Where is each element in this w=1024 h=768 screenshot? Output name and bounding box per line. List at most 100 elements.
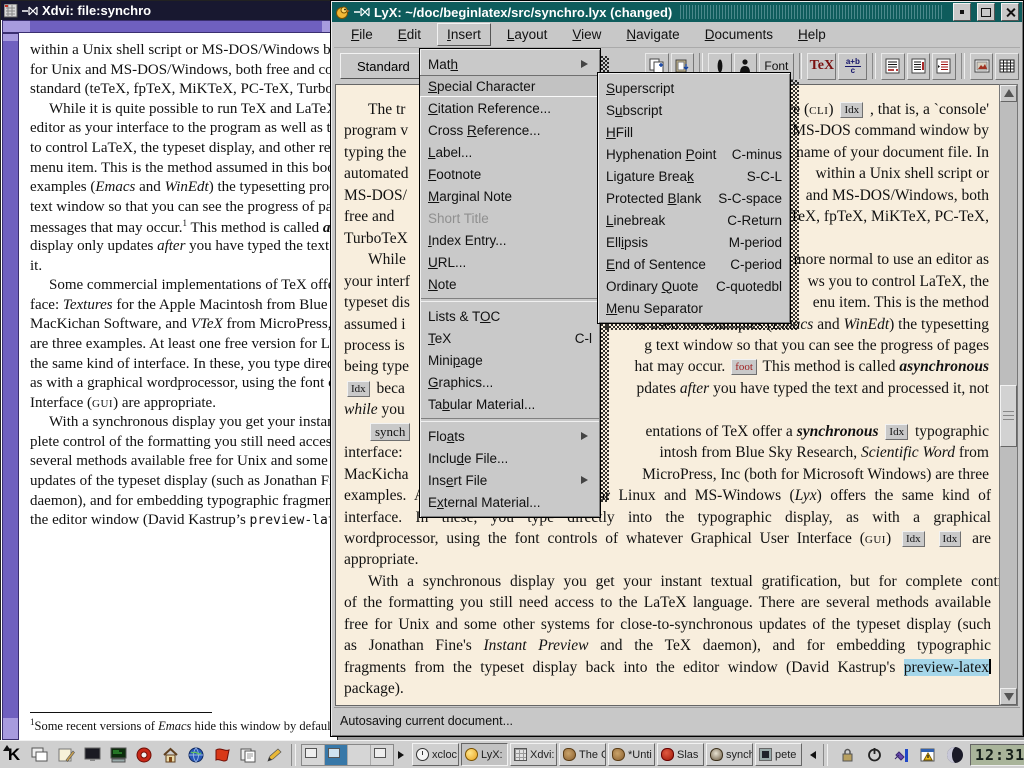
idx-inset-button[interactable]: Idx xyxy=(902,531,925,547)
submenu-item-superscript[interactable]: Superscript xyxy=(598,77,790,99)
k-menu-button[interactable]: K xyxy=(2,743,26,767)
insert-menu-item-minipage[interactable]: Minipage xyxy=(420,349,600,371)
menubar-edit[interactable]: Edit xyxy=(389,24,430,45)
tray-lock[interactable] xyxy=(835,743,859,767)
task-button-slas[interactable]: Slas xyxy=(657,743,704,766)
menubar-navigate[interactable]: Navigate xyxy=(617,24,688,45)
insert-menu-item-short-title[interactable]: Short Title xyxy=(420,207,600,229)
insert-menu-item-index-entry[interactable]: Index Entry... xyxy=(420,229,600,251)
insert-menu-item-cross-reference[interactable]: Cross Reference... xyxy=(420,119,600,141)
task-button-unti[interactable]: *Unti xyxy=(608,743,655,766)
insert-menu-item-graphics[interactable]: Graphics... xyxy=(420,371,600,393)
launcher-window-list[interactable] xyxy=(28,743,52,767)
tray-organizer[interactable] xyxy=(916,743,940,767)
submenu-item-ordinary-quote[interactable]: Ordinary QuoteC-quotedbl xyxy=(598,275,790,297)
idx-inset-button[interactable]: Idx xyxy=(347,381,370,397)
insert-table-button[interactable] xyxy=(995,53,1019,80)
xdvi-vscroll-thumb[interactable] xyxy=(3,41,18,718)
launcher-klipper[interactable] xyxy=(236,743,260,767)
pager-desktop-3[interactable] xyxy=(348,745,370,765)
insert-menu-item-external-material[interactable]: External Material... xyxy=(420,491,600,513)
xdvi-titlebar[interactable]: Xdvi: file:synchro xyxy=(1,1,337,20)
submenu-item-hfill[interactable]: HFill xyxy=(598,121,790,143)
launcher-editor[interactable] xyxy=(262,743,286,767)
insert-menu-item-tex[interactable]: TeXC-l xyxy=(420,327,600,349)
insert-menu-item-tabular-material[interactable]: Tabular Material... xyxy=(420,393,600,415)
insert-menu-item-include-file[interactable]: Include File... xyxy=(420,447,600,469)
scrollbar-up-arrow[interactable] xyxy=(1000,85,1017,102)
menubar-file[interactable]: File xyxy=(342,24,382,45)
task-button-the-g[interactable]: The G xyxy=(559,743,606,766)
change-depth-button[interactable] xyxy=(932,53,956,80)
minimize-button[interactable] xyxy=(953,3,971,21)
panel-clock[interactable]: 12:31 xyxy=(970,744,1024,766)
taskbar-scroll-left-arrow[interactable] xyxy=(806,751,816,759)
insert-margin-note-button[interactable] xyxy=(907,53,931,80)
inset-inset-button[interactable]: synch xyxy=(370,423,410,441)
lyx-titlebar[interactable]: LyX: ~/doc/beginlatex/src/synchro.lyx (c… xyxy=(332,2,1022,22)
task-button-synch[interactable]: synch xyxy=(706,743,753,766)
xdvi-vertical-scrollbar[interactable] xyxy=(2,33,19,740)
menubar-insert[interactable]: Insert xyxy=(437,23,491,46)
launcher-help[interactable] xyxy=(132,743,156,767)
idx-inset-button[interactable]: Idx xyxy=(885,424,908,440)
foot-inset-button[interactable]: foot xyxy=(731,359,757,375)
tray-worldclock[interactable] xyxy=(943,743,967,767)
submenu-item-hyphenation-point[interactable]: Hyphenation PointC-minus xyxy=(598,143,790,165)
idx-inset-button[interactable]: Idx xyxy=(939,531,962,547)
window-pin-icon[interactable] xyxy=(22,6,38,16)
taskbar-expand-arrow[interactable] xyxy=(398,751,408,759)
menubar-layout[interactable]: Layout xyxy=(498,24,557,45)
window-pin-icon[interactable] xyxy=(354,7,370,17)
insert-menu-item-special-character[interactable]: Special Character xyxy=(420,75,600,97)
insert-menu-item-label[interactable]: Label... xyxy=(420,141,600,163)
insert-menu-item-insert-file[interactable]: Insert File xyxy=(420,469,600,491)
menubar-documents[interactable]: Documents xyxy=(696,24,782,45)
insert-menu-item-marginal-note[interactable]: Marginal Note xyxy=(420,185,600,207)
tray-logout[interactable] xyxy=(862,743,886,767)
insert-menu-item-url[interactable]: URL... xyxy=(420,251,600,273)
scrollbar-down-arrow[interactable] xyxy=(1000,688,1017,705)
pager-desktop-4[interactable] xyxy=(371,745,393,765)
submenu-item-ligature-break[interactable]: Ligature BreakS-C-L xyxy=(598,165,790,187)
xdvi-hscroll-thumb[interactable] xyxy=(30,21,322,32)
submenu-item-menu-separator[interactable]: Menu Separator xyxy=(598,297,790,319)
insert-menu-item-lists-toc[interactable]: Lists & TOC xyxy=(420,305,600,327)
maximize-button[interactable] xyxy=(977,3,995,21)
launcher-konsole[interactable] xyxy=(106,743,130,767)
insert-menu-item-floats[interactable]: Floats xyxy=(420,425,600,447)
task-button-pete[interactable]: pete xyxy=(755,743,802,766)
submenu-item-end-of-sentence[interactable]: End of SentenceC-period xyxy=(598,253,790,275)
submenu-item-linebreak[interactable]: LinebreakC-Return xyxy=(598,209,790,231)
launcher-kmail[interactable] xyxy=(210,743,234,767)
pager-desktop-2[interactable] xyxy=(325,745,347,765)
math-mode-button[interactable]: a+bc xyxy=(838,53,867,80)
launcher-screensaver[interactable] xyxy=(80,743,104,767)
close-button[interactable] xyxy=(1001,3,1019,21)
launcher-home[interactable] xyxy=(158,743,182,767)
xdvi-horizontal-scrollbar[interactable] xyxy=(2,20,336,33)
insert-menu-item-citation-reference[interactable]: Citation Reference... xyxy=(420,97,600,119)
launcher-konqueror[interactable] xyxy=(184,743,208,767)
task-button-xdvi[interactable]: Xdvi: xyxy=(510,743,557,766)
tex-mode-button[interactable]: TeX xyxy=(807,53,836,80)
insert-figure-button[interactable] xyxy=(970,53,994,80)
insert-menu-item-math[interactable]: Math xyxy=(420,53,600,75)
insert-footnote-button[interactable] xyxy=(881,53,905,80)
menubar-view[interactable]: View xyxy=(563,24,610,45)
pager-desktop-1[interactable] xyxy=(302,745,324,765)
submenu-item-ellipsis[interactable]: EllipsisM-period xyxy=(598,231,790,253)
tray-klipper[interactable] xyxy=(889,743,913,767)
menubar-help[interactable]: Help xyxy=(789,24,835,45)
submenu-item-protected-blank[interactable]: Protected BlankS-C-space xyxy=(598,187,790,209)
insert-menu-item-footnote[interactable]: Footnote xyxy=(420,163,600,185)
desktop-pager[interactable] xyxy=(301,744,394,766)
launcher-knotes[interactable] xyxy=(54,743,78,767)
lyx-vertical-scrollbar[interactable] xyxy=(999,84,1018,706)
task-button-xcloc[interactable]: xcloc xyxy=(412,743,459,766)
scrollbar-thumb[interactable] xyxy=(1000,385,1017,447)
idx-inset-button[interactable]: Idx xyxy=(840,102,863,118)
task-button-lyx[interactable]: LyX: xyxy=(461,743,508,766)
insert-menu-item-note[interactable]: Note xyxy=(420,273,600,295)
submenu-item-subscript[interactable]: Subscript xyxy=(598,99,790,121)
